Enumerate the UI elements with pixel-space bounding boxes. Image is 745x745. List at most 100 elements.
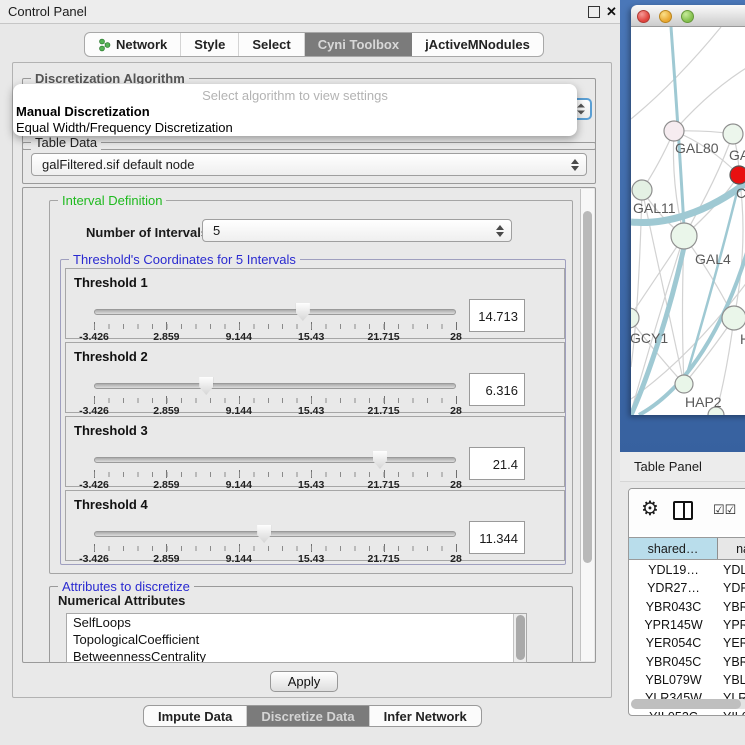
table-row[interactable]: YDR27… YDR2 bbox=[629, 579, 745, 597]
cell-shared[interactable]: YDR27… bbox=[629, 581, 718, 595]
table-row[interactable]: YBR043C YBR0 bbox=[629, 598, 745, 616]
select-columns-icon[interactable]: ☑☑ bbox=[713, 502, 736, 518]
gear-icon[interactable]: ⚙ bbox=[641, 496, 659, 521]
tab-cyni-toolbox-label: Cyni Toolbox bbox=[318, 37, 399, 52]
threshold-1-slider[interactable]: -3.426 2.859 9.144 15.43 21.715 28 bbox=[94, 303, 456, 339]
tab-style[interactable]: Style bbox=[181, 33, 239, 56]
table-row[interactable]: YBR045C YBR0 bbox=[629, 652, 745, 670]
number-of-intervals-combobox[interactable]: 5 bbox=[202, 219, 512, 242]
cell-name[interactable]: YIL0 bbox=[718, 710, 745, 715]
node-h[interactable] bbox=[722, 306, 745, 330]
cell-shared[interactable]: YIL052C bbox=[629, 710, 718, 715]
cell-shared[interactable]: YDL19… bbox=[629, 563, 718, 577]
settings-scroll-box: Interval Definition Number of Intervals … bbox=[22, 187, 596, 663]
dropdown-option-manual[interactable]: Manual Discretization bbox=[16, 104, 150, 119]
control-panel-titlebar: Control Panel ✕ bbox=[0, 0, 620, 24]
table-row[interactable]: YBL079W YBL0 bbox=[629, 671, 745, 689]
cell-shared[interactable]: YBL079W bbox=[629, 673, 718, 687]
dropdown-option-equal-width[interactable]: Equal Width/Frequency Discretization bbox=[16, 120, 233, 135]
settings-vertical-scrollbar[interactable] bbox=[580, 189, 594, 661]
slider-thumb[interactable] bbox=[296, 303, 310, 321]
node-gal4[interactable] bbox=[671, 223, 697, 249]
table-panel-header: Table Panel bbox=[620, 452, 745, 482]
threshold-2-label: Threshold 2 bbox=[74, 349, 148, 364]
numerical-attributes-list[interactable]: SelfLoops TopologicalCoefficient Between… bbox=[66, 613, 527, 663]
column-header-shared[interactable]: shared… bbox=[629, 538, 718, 559]
tab-impute-data[interactable]: Impute Data bbox=[144, 706, 247, 726]
list-item[interactable]: TopologicalCoefficient bbox=[67, 631, 526, 648]
table-row[interactable]: YER054C YER0 bbox=[629, 634, 745, 652]
slider-track[interactable] bbox=[94, 531, 456, 537]
node-hap2[interactable] bbox=[675, 375, 693, 393]
tab-select[interactable]: Select bbox=[239, 33, 304, 56]
node-gal80[interactable] bbox=[664, 121, 684, 141]
tab-impute-data-label: Impute Data bbox=[158, 709, 232, 724]
table-row[interactable]: YPR145W YPR1 bbox=[629, 616, 745, 634]
minimize-traffic-icon[interactable] bbox=[659, 10, 672, 23]
node-top-right[interactable] bbox=[723, 124, 743, 144]
threshold-2-slider[interactable]: -3.426 2.859 9.144 15.43 21.715 28 bbox=[94, 377, 456, 413]
threshold-2-value-field[interactable]: 6.316 bbox=[469, 373, 525, 406]
cell-shared[interactable]: YBR043C bbox=[629, 600, 718, 614]
list-item[interactable]: SelfLoops bbox=[67, 614, 526, 631]
cell-name[interactable]: YBL0 bbox=[718, 673, 745, 687]
settings-vertical-scrollbar-thumb[interactable] bbox=[583, 211, 592, 563]
cell-shared[interactable]: YBR045C bbox=[629, 655, 718, 669]
tick-label: 28 bbox=[450, 553, 462, 565]
node-label: GAL4 bbox=[695, 251, 731, 267]
tab-style-label: Style bbox=[194, 37, 225, 52]
slider-minor-ticks bbox=[94, 546, 456, 551]
threshold-3-value-field[interactable]: 21.4 bbox=[469, 447, 525, 480]
float-window-icon[interactable] bbox=[588, 6, 600, 18]
table-header-row: shared… na bbox=[629, 537, 745, 560]
tick-label: 2.859 bbox=[153, 553, 179, 565]
slider-track[interactable] bbox=[94, 457, 456, 463]
cell-name[interactable]: YDL1 bbox=[718, 563, 745, 577]
slider-thumb[interactable] bbox=[199, 377, 213, 395]
cell-name[interactable]: YBR0 bbox=[718, 655, 745, 669]
table-data-combobox[interactable]: galFiltered.sif default node bbox=[31, 153, 587, 176]
attributes-list-scrollbar[interactable] bbox=[513, 614, 526, 662]
tab-cyni-toolbox[interactable]: Cyni Toolbox bbox=[305, 33, 412, 56]
cell-shared[interactable]: YER054C bbox=[629, 636, 718, 650]
table-row[interactable]: YDL19… YDL1 bbox=[629, 561, 745, 579]
close-icon[interactable]: ✕ bbox=[606, 6, 618, 18]
tab-discretize-data[interactable]: Discretize Data bbox=[247, 706, 369, 726]
cell-shared[interactable]: YPR145W bbox=[629, 618, 718, 632]
threshold-1-label: Threshold 1 bbox=[74, 275, 148, 290]
slider-tick-labels: -3.426 2.859 9.144 15.43 21.715 28 bbox=[94, 553, 456, 565]
tab-infer-network[interactable]: Infer Network bbox=[370, 706, 481, 726]
threshold-3-slider[interactable]: -3.426 2.859 9.144 15.43 21.715 28 bbox=[94, 451, 456, 487]
column-header-name[interactable]: na bbox=[718, 538, 745, 559]
network-canvas[interactable]: GAL80 GA C GAL11 GAL4 GCY1 H HAP2 bbox=[631, 27, 745, 415]
node-label: GAL80 bbox=[675, 140, 719, 156]
threshold-1-value-field[interactable]: 14.713 bbox=[469, 299, 525, 332]
split-view-icon[interactable] bbox=[673, 501, 693, 520]
threshold-4-value-field[interactable]: 11.344 bbox=[469, 521, 525, 554]
slider-minor-ticks bbox=[94, 472, 456, 477]
slider-track[interactable] bbox=[94, 309, 456, 315]
slider-thumb[interactable] bbox=[373, 451, 387, 469]
cell-name[interactable]: YPR1 bbox=[718, 618, 745, 632]
tab-network[interactable]: Network bbox=[85, 33, 181, 56]
cell-name[interactable]: YER0 bbox=[718, 636, 745, 650]
cell-name[interactable]: YBR0 bbox=[718, 600, 745, 614]
network-icon bbox=[98, 38, 111, 52]
tick-label: -3.426 bbox=[79, 553, 109, 565]
node-gal11[interactable] bbox=[632, 180, 652, 200]
threshold-4-slider[interactable]: -3.426 2.859 9.144 15.43 21.715 28 bbox=[94, 525, 456, 561]
zoom-traffic-icon[interactable] bbox=[681, 10, 694, 23]
table-horizontal-scrollbar-thumb[interactable] bbox=[631, 699, 741, 709]
tab-jactivemnodules[interactable]: jActiveMNodules bbox=[412, 33, 543, 56]
slider-minor-ticks bbox=[94, 398, 456, 403]
node-selected-red[interactable] bbox=[730, 166, 745, 184]
table-horizontal-scrollbar[interactable] bbox=[631, 699, 745, 709]
node-gcy1[interactable] bbox=[631, 308, 639, 328]
apply-button[interactable]: Apply bbox=[270, 671, 338, 692]
slider-thumb[interactable] bbox=[257, 525, 271, 543]
close-traffic-icon[interactable] bbox=[637, 10, 650, 23]
list-item[interactable]: BetweennessCentrality bbox=[67, 648, 526, 663]
slider-track[interactable] bbox=[94, 383, 456, 389]
attributes-list-scrollbar-thumb[interactable] bbox=[516, 615, 525, 660]
cell-name[interactable]: YDR2 bbox=[718, 581, 745, 595]
